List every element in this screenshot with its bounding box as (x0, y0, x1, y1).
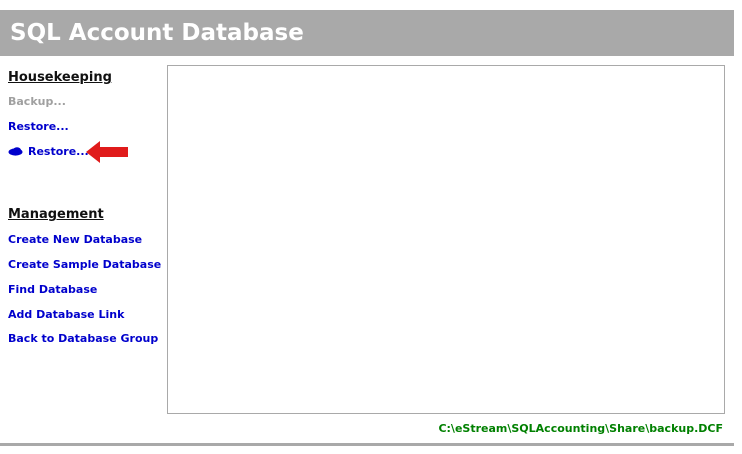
restore-link[interactable]: Restore... (8, 120, 69, 133)
add-database-link-link[interactable]: Add Database Link (8, 308, 124, 321)
back-to-database-group-link[interactable]: Back to Database Group (8, 332, 158, 345)
bottom-divider (0, 443, 734, 446)
status-path: C:\eStream\SQLAccounting\Share\backup.DC… (438, 422, 723, 435)
housekeeping-heading: Housekeeping (8, 70, 112, 85)
app-title: SQL Account Database (10, 20, 304, 46)
backup-link: Backup... (8, 95, 66, 108)
cloud-restore-link[interactable]: Restore... (8, 145, 89, 158)
app-header: SQL Account Database (0, 10, 734, 56)
red-left-arrow-icon (86, 141, 128, 163)
cloud-restore-label: Restore... (28, 145, 89, 158)
create-new-database-link[interactable]: Create New Database (8, 233, 142, 246)
create-sample-database-link[interactable]: Create Sample Database (8, 258, 161, 271)
content-panel (167, 65, 725, 414)
find-database-link[interactable]: Find Database (8, 283, 97, 296)
cloud-icon (8, 147, 23, 156)
management-heading: Management (8, 207, 104, 222)
